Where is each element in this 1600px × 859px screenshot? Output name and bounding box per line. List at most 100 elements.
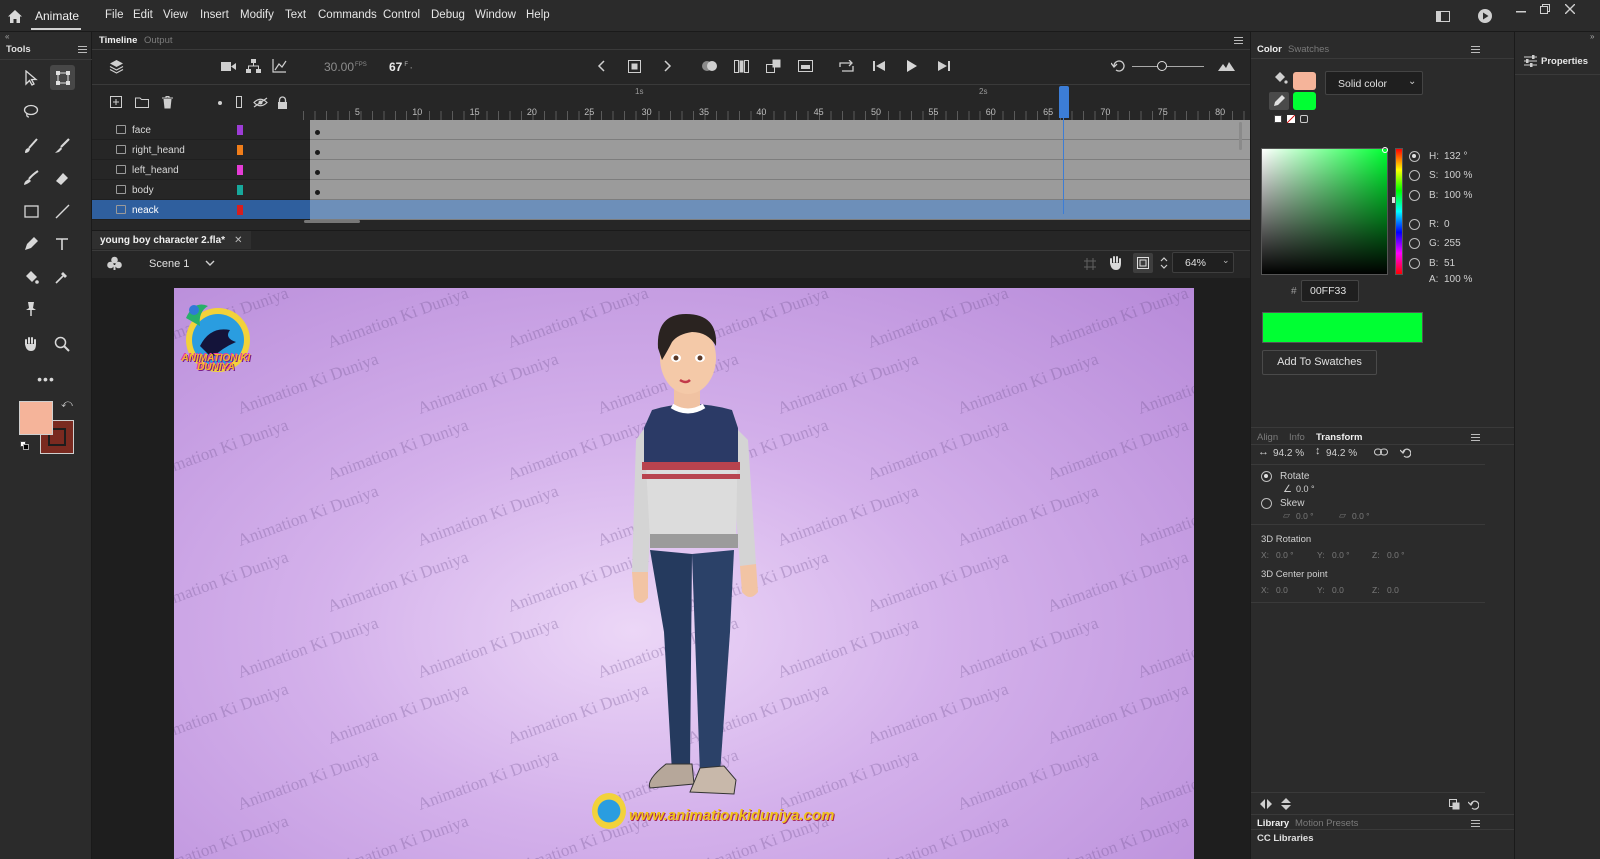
green-radio[interactable] [1409, 238, 1420, 249]
clip-content-icon[interactable] [1133, 253, 1153, 273]
hex-input[interactable]: 00FF33 [1301, 280, 1359, 302]
center-stage-icon[interactable] [1158, 253, 1170, 273]
keyframe-marker[interactable] [315, 150, 320, 155]
rotation-3d-z[interactable]: 0.0 ° [1387, 550, 1405, 560]
tab-info[interactable]: Info [1289, 432, 1305, 443]
prev-keyframe-icon[interactable] [592, 57, 610, 75]
snap-grid-icon[interactable] [1082, 256, 1098, 272]
scale-height-value[interactable]: 94.2 % [1326, 448, 1357, 459]
pen-tool-icon[interactable] [20, 233, 42, 255]
flip-horizontal-icon[interactable] [1259, 797, 1273, 811]
library-menu-icon[interactable] [1471, 820, 1480, 827]
no-color-icon[interactable] [1287, 115, 1295, 123]
color-picker-cursor[interactable] [1382, 147, 1388, 153]
skew-radio[interactable] [1261, 498, 1272, 509]
layer-row-body[interactable]: body [92, 180, 310, 200]
saturation-radio[interactable] [1409, 170, 1420, 181]
duplicate-transform-icon[interactable] [1447, 797, 1461, 811]
timeline-menu-icon[interactable] [1234, 37, 1243, 44]
collapse-arrows-icon[interactable]: » [1590, 32, 1594, 41]
swap-mini-icon[interactable] [1300, 115, 1308, 123]
saturation-value[interactable]: 100 % [1444, 170, 1472, 181]
tab-color[interactable]: Color [1257, 44, 1282, 55]
selection-tool-icon[interactable] [20, 67, 42, 89]
rotation-3d-y[interactable]: 0.0 ° [1332, 550, 1350, 560]
edit-multiple-frames-icon[interactable] [732, 57, 750, 75]
constrain-link-icon[interactable] [1373, 445, 1389, 459]
playhead[interactable] [1059, 86, 1069, 118]
keyframe-marker[interactable] [315, 170, 320, 175]
menu-edit[interactable]: Edit [133, 9, 153, 21]
alpha-value[interactable]: 100 % [1444, 274, 1472, 285]
hue-slider-knob[interactable] [1392, 197, 1395, 203]
tab-transform[interactable]: Transform [1316, 432, 1362, 443]
app-name[interactable]: Animate [35, 9, 79, 23]
test-movie-icon[interactable] [1476, 7, 1493, 24]
hand-tool-icon[interactable] [20, 333, 42, 355]
layers-icon[interactable] [107, 57, 125, 75]
frame-row-face[interactable] [310, 120, 1250, 140]
layer-name[interactable]: right_heand [132, 145, 185, 156]
boy-character[interactable] [628, 302, 768, 802]
menu-insert[interactable]: Insert [200, 9, 229, 21]
loop-icon[interactable] [837, 57, 855, 75]
edit-scene-icon[interactable] [105, 254, 123, 272]
hue-value[interactable]: 132 ° [1444, 151, 1467, 162]
color-saturation-field[interactable] [1261, 147, 1388, 275]
paint-bucket-tool-icon[interactable] [20, 266, 42, 288]
menu-modify[interactable]: Modify [240, 9, 274, 21]
brightness-radio[interactable] [1409, 190, 1420, 201]
cc-libraries-label[interactable]: CC Libraries [1257, 833, 1314, 844]
eyedropper-tool-icon[interactable] [51, 266, 73, 288]
timeline-zoom-knob[interactable] [1157, 61, 1167, 71]
lock-all-icon[interactable] [275, 95, 289, 109]
scene-name[interactable]: Scene 1 [149, 258, 189, 270]
rotation-3d-x[interactable]: 0.0 ° [1276, 550, 1294, 560]
menu-commands[interactable]: Commands [318, 9, 377, 21]
zoom-tool-icon[interactable] [51, 333, 73, 355]
minimize-icon[interactable] [1513, 2, 1529, 16]
home-icon[interactable] [6, 7, 24, 25]
text-tool-icon[interactable] [51, 233, 73, 255]
reset-scale-icon[interactable] [1398, 445, 1412, 459]
tab-output[interactable]: Output [144, 35, 173, 46]
center-3d-x[interactable]: 0.0 [1276, 585, 1288, 595]
layer-color-swatch[interactable] [237, 165, 243, 175]
tab-timeline[interactable]: Timeline [99, 35, 137, 46]
default-colors-icon[interactable] [20, 441, 29, 450]
delete-layer-icon[interactable] [160, 95, 174, 109]
red-radio[interactable] [1409, 219, 1420, 230]
tools-menu-icon[interactable] [78, 46, 87, 53]
tab-align[interactable]: Align [1257, 432, 1278, 443]
menu-debug[interactable]: Debug [431, 9, 465, 21]
layer-name[interactable]: body [132, 185, 154, 196]
tab-swatches[interactable]: Swatches [1288, 44, 1329, 55]
fit-frames-icon[interactable] [1216, 57, 1236, 75]
parenting-icon[interactable] [244, 57, 262, 75]
hue-radio[interactable] [1409, 151, 1420, 162]
color-type-dropdown[interactable]: Solid color ⌄ [1325, 71, 1423, 95]
center-3d-z[interactable]: 0.0 [1387, 585, 1399, 595]
swap-colors-icon[interactable]: ⤺ [61, 398, 73, 411]
skew-h-value[interactable]: 0.0 ° [1296, 511, 1314, 521]
green-value[interactable]: 255 [1444, 238, 1461, 249]
hue-slider[interactable] [1395, 148, 1403, 275]
create-motion-tween-icon[interactable] [764, 57, 782, 75]
timeline-hscrollbar[interactable] [304, 220, 360, 223]
frame-row-left-heand[interactable] [310, 160, 1250, 180]
layer-color-swatch[interactable] [237, 205, 243, 215]
fill-color-chip[interactable] [1293, 72, 1316, 90]
step-forward-icon[interactable] [934, 57, 952, 75]
free-transform-tool-icon[interactable] [50, 65, 75, 90]
more-tools-icon[interactable]: ••• [35, 371, 57, 387]
center-3d-y[interactable]: 0.0 [1332, 585, 1344, 595]
tab-motion-presets[interactable]: Motion Presets [1295, 818, 1358, 829]
highlight-dot-icon[interactable] [218, 101, 222, 105]
stage-canvas[interactable]: Animation Ki DuniyaAnimation Ki DuniyaAn… [174, 288, 1194, 859]
timeline-zoom-slider[interactable] [1132, 61, 1204, 71]
hide-all-icon[interactable] [252, 95, 268, 109]
layer-color-swatch[interactable] [237, 145, 243, 155]
color-mini-icons[interactable] [1274, 115, 1314, 125]
create-classic-tween-icon[interactable] [796, 57, 814, 75]
play-icon[interactable] [902, 57, 920, 75]
